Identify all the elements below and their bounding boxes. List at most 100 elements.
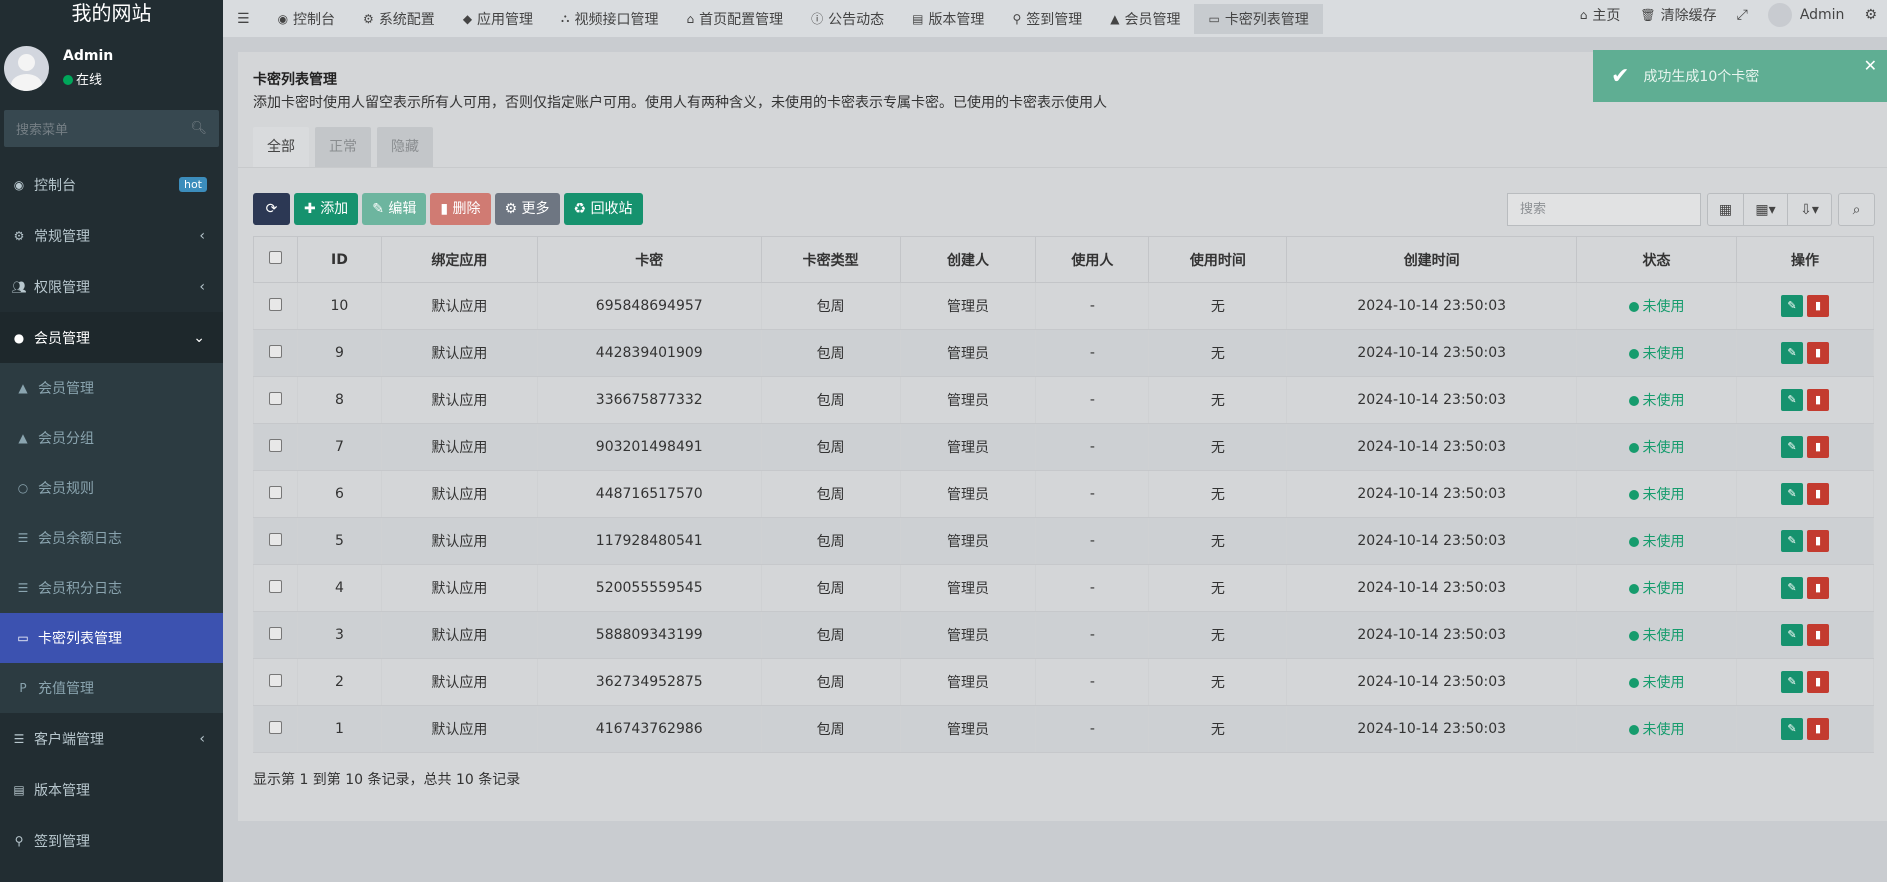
- cell-status[interactable]: 未使用: [1576, 423, 1737, 471]
- col-status[interactable]: 状态: [1576, 236, 1737, 283]
- row-edit-button[interactable]: ✎: [1780, 530, 1803, 552]
- row-delete-button[interactable]: ▮: [1806, 671, 1829, 693]
- add-button[interactable]: ✚ 添加: [294, 193, 359, 225]
- row-edit-button[interactable]: ✎: [1780, 718, 1803, 740]
- tab-hidden[interactable]: 隐藏: [377, 127, 433, 167]
- status-badge[interactable]: 未使用: [1643, 440, 1685, 456]
- cell-status[interactable]: 未使用: [1576, 611, 1737, 659]
- table-row[interactable]: 5 默认应用 117928480541 包周 管理员 - 无 2024-10-14 23:50…: [253, 517, 1875, 565]
- row-edit-button[interactable]: ✎: [1780, 389, 1803, 411]
- sidebar-item-points-log[interactable]: ☰ 会员积分日志: [0, 563, 223, 613]
- tab-card-list[interactable]: ▭ 卡密列表管理: [1194, 3, 1323, 34]
- columns-dropdown[interactable]: ▦▾: [1744, 193, 1788, 226]
- sidebar-item-member-manage[interactable]: ▲ 会员管理: [0, 363, 223, 413]
- sidebar-item-member-rules[interactable]: ○ 会员规则: [0, 463, 223, 513]
- sidebar-item-balance-log[interactable]: ☰ 会员余额日志: [0, 513, 223, 563]
- table-row[interactable]: 8 默认应用 336675877332 包周 管理员 - 无 2024-10-14 23:50…: [253, 376, 1875, 424]
- status-badge[interactable]: 未使用: [1643, 299, 1685, 315]
- row-edit-button[interactable]: ✎: [1780, 577, 1803, 599]
- row-edit-button[interactable]: ✎: [1780, 671, 1803, 693]
- status-badge[interactable]: 未使用: [1643, 346, 1685, 362]
- clear-cache-button[interactable]: 🗑︎ 清除缓存: [1630, 0, 1726, 30]
- search-icon[interactable]: 🔍︎: [190, 121, 207, 136]
- advanced-search-button[interactable]: ⌕: [1838, 193, 1875, 226]
- table-search-input[interactable]: 搜索: [1507, 193, 1701, 226]
- row-delete-button[interactable]: ▮: [1806, 295, 1829, 317]
- row-checkbox[interactable]: [253, 658, 298, 706]
- tab-system-config[interactable]: ⚙ 系统配置: [349, 4, 449, 34]
- settings-gear-icon[interactable]: ⚙: [1854, 0, 1887, 30]
- tab-checkin[interactable]: ⚲ 签到管理: [998, 4, 1096, 34]
- home-link[interactable]: ⌂ 主页: [1570, 0, 1631, 30]
- sidebar-item-member-group[interactable]: ▲ 会员分组: [0, 413, 223, 463]
- sidebar-item-permissions[interactable]: 👥︎ 权限管理 ‹: [0, 261, 223, 312]
- row-checkbox[interactable]: [253, 611, 298, 659]
- row-checkbox[interactable]: [253, 470, 298, 518]
- row-checkbox[interactable]: [253, 282, 298, 330]
- edit-button[interactable]: ✎ 编辑: [362, 193, 427, 225]
- tab-versions[interactable]: ▤ 版本管理: [898, 4, 998, 34]
- col-used-time[interactable]: 使用时间: [1148, 236, 1288, 283]
- status-badge[interactable]: 未使用: [1643, 628, 1685, 644]
- row-edit-button[interactable]: ✎: [1780, 436, 1803, 458]
- sidebar-item-general[interactable]: ⚙ 常规管理 ‹: [0, 210, 223, 261]
- col-user[interactable]: 使用人: [1035, 236, 1150, 283]
- table-row[interactable]: 9 默认应用 442839401909 包周 管理员 - 无 2024-10-14 23:50…: [253, 329, 1875, 377]
- row-edit-button[interactable]: ✎: [1780, 624, 1803, 646]
- table-row[interactable]: 7 默认应用 903201498491 包周 管理员 - 无 2024-10-14 23:50…: [253, 423, 1875, 471]
- col-created-time[interactable]: 创建时间: [1286, 236, 1578, 283]
- admin-menu[interactable]: Admin: [1758, 0, 1855, 30]
- status-badge[interactable]: 未使用: [1643, 722, 1685, 738]
- status-badge[interactable]: 未使用: [1643, 581, 1685, 597]
- row-edit-button[interactable]: ✎: [1780, 295, 1803, 317]
- row-checkbox[interactable]: [253, 705, 298, 753]
- hamburger-menu-icon[interactable]: ☰: [223, 4, 264, 34]
- cell-status[interactable]: 未使用: [1576, 564, 1737, 612]
- cell-status[interactable]: 未使用: [1576, 658, 1737, 706]
- table-row[interactable]: 3 默认应用 588809343199 包周 管理员 - 无 2024-10-14 23:50…: [253, 611, 1875, 659]
- cell-status[interactable]: 未使用: [1576, 282, 1737, 330]
- status-badge[interactable]: 未使用: [1643, 487, 1685, 503]
- tab-normal[interactable]: 正常: [315, 127, 371, 167]
- close-icon[interactable]: ✕: [1864, 56, 1877, 75]
- cell-status[interactable]: 未使用: [1576, 517, 1737, 565]
- tab-announcements[interactable]: ⓘ 公告动态: [797, 4, 898, 34]
- tab-dashboard[interactable]: ◉ 控制台: [264, 4, 349, 34]
- status-badge[interactable]: 未使用: [1643, 393, 1685, 409]
- col-id[interactable]: ID: [296, 236, 382, 283]
- sidebar-item-checkin[interactable]: ⚲ 签到管理: [0, 815, 223, 866]
- sidebar-search-input[interactable]: 搜索菜单 🔍︎: [4, 110, 219, 147]
- row-edit-button[interactable]: ✎: [1780, 342, 1803, 364]
- col-code[interactable]: 卡密: [536, 236, 762, 283]
- row-delete-button[interactable]: ▮: [1806, 624, 1829, 646]
- row-checkbox[interactable]: [253, 329, 298, 377]
- cell-status[interactable]: 未使用: [1576, 705, 1737, 753]
- row-checkbox[interactable]: [253, 564, 298, 612]
- row-checkbox[interactable]: [253, 517, 298, 565]
- col-creator[interactable]: 创建人: [899, 236, 1037, 283]
- refresh-button[interactable]: ⟳: [253, 193, 290, 225]
- row-delete-button[interactable]: ▮: [1806, 389, 1829, 411]
- status-badge[interactable]: 未使用: [1643, 534, 1685, 550]
- delete-button[interactable]: ▮ 删除: [430, 193, 491, 225]
- tab-video-api[interactable]: ⛬ 视频接口管理: [547, 4, 672, 34]
- cell-status[interactable]: 未使用: [1576, 329, 1737, 377]
- row-delete-button[interactable]: ▮: [1806, 483, 1829, 505]
- row-delete-button[interactable]: ▮: [1806, 342, 1829, 364]
- sidebar-item-members[interactable]: ● 会员管理 ⌄: [0, 312, 223, 363]
- col-app[interactable]: 绑定应用: [380, 236, 538, 283]
- row-delete-button[interactable]: ▮: [1806, 530, 1829, 552]
- tab-members[interactable]: ▲ 会员管理: [1096, 4, 1194, 34]
- sidebar-item-card-list[interactable]: ▭ 卡密列表管理: [0, 613, 223, 663]
- cell-status[interactable]: 未使用: [1576, 376, 1737, 424]
- row-checkbox[interactable]: [253, 423, 298, 471]
- toggle-view-button[interactable]: ▦: [1707, 193, 1744, 226]
- fullscreen-icon[interactable]: ⤢: [1727, 0, 1758, 30]
- table-row[interactable]: 2 默认应用 362734952875 包周 管理员 - 无 2024-10-14 23:50…: [253, 658, 1875, 706]
- tab-app-manage[interactable]: ◆ 应用管理: [449, 4, 547, 34]
- site-title[interactable]: 我的网站: [0, 0, 223, 30]
- row-delete-button[interactable]: ▮: [1806, 577, 1829, 599]
- tab-home-config[interactable]: ⌂ 首页配置管理: [672, 4, 797, 34]
- row-edit-button[interactable]: ✎: [1780, 483, 1803, 505]
- table-row[interactable]: 10 默认应用 695848694957 包周 管理员 - 无 2024-10-14 23:5…: [253, 282, 1875, 330]
